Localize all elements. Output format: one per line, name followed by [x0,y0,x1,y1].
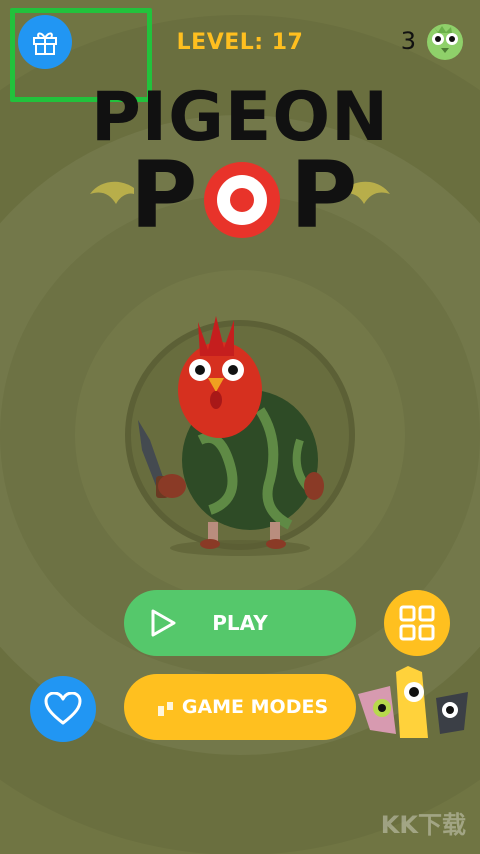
bird-characters-icon [358,666,468,738]
play-icon [151,609,176,637]
rooster-character [138,316,324,556]
grid-icon [399,605,435,641]
coin-counter: 3 [401,20,466,62]
green-bird-icon [427,24,463,60]
play-button[interactable]: PLAY [124,590,356,656]
game-modes-icon [158,702,173,716]
favorite-button[interactable] [30,676,96,742]
logo-letter-p1: P [130,142,198,249]
logo-title-pop: P P [130,142,360,252]
wing-left-icon [90,181,134,204]
game-modes-button[interactable]: GAME MODES [124,674,356,740]
logo-title-pigeon: PIGEON [90,78,390,157]
watermark-text: KK下载 [380,811,466,839]
coin-count: 3 [400,27,416,55]
game-modes-label: GAME MODES [181,696,329,718]
target-icon [204,162,280,238]
logo-letter-p2: P [290,142,358,249]
heart-icon [44,692,82,725]
play-button-label: PLAY [212,611,268,635]
menu-grid-button[interactable] [384,590,450,656]
